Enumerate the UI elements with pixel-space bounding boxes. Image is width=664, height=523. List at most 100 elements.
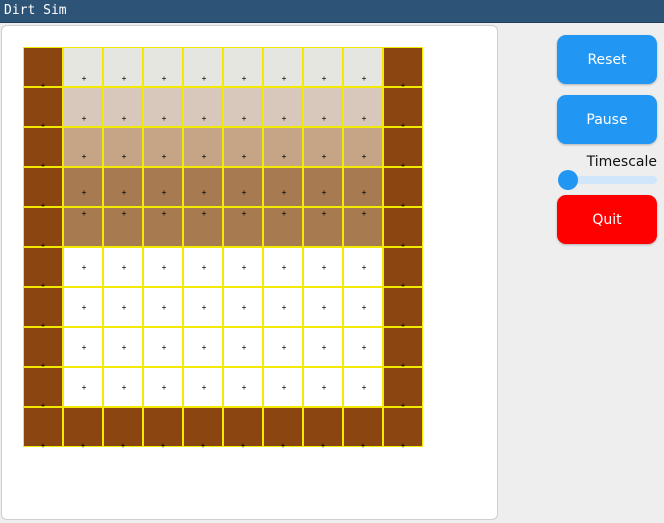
grid-cell[interactable]: + [103,367,143,407]
grid-cell[interactable]: + [303,87,343,127]
grid-cell[interactable]: + [23,407,63,450]
grid-cell[interactable]: + [23,47,63,90]
pause-button[interactable]: Pause [557,95,657,144]
grid-cell[interactable]: + [63,207,103,247]
grid-cell[interactable]: + [63,367,103,407]
grid-cell[interactable]: + [63,47,103,87]
grid-cell[interactable]: + [143,167,183,207]
grid-cell[interactable]: + [183,407,223,450]
grid-cell[interactable]: + [103,87,143,127]
grid-cell[interactable]: + [383,207,423,250]
grid-cell[interactable]: + [303,47,343,87]
grid-cell[interactable]: + [343,47,383,87]
grid-cell[interactable]: + [303,287,343,327]
grid-cell[interactable]: + [63,87,103,127]
grid-cell[interactable]: + [143,287,183,327]
grid-cell[interactable]: + [183,247,223,287]
grid-cell[interactable]: + [223,87,263,127]
grid-cell[interactable]: + [223,287,263,327]
grid-cell[interactable]: + [183,87,223,127]
grid-cell[interactable]: + [263,407,303,450]
grid-cell[interactable]: + [343,407,383,450]
grid-cell[interactable]: + [23,327,63,370]
grid-cell[interactable]: + [303,247,343,287]
grid-cell[interactable]: + [223,407,263,450]
grid-cell[interactable]: + [23,207,63,250]
grid-cell[interactable]: + [263,247,303,287]
grid-cell[interactable]: + [23,167,63,210]
grid-cell[interactable]: + [383,47,423,90]
grid-cell[interactable]: + [23,247,63,290]
grid-cell[interactable]: + [303,367,343,407]
grid-cell[interactable]: + [383,407,423,450]
grid-cell[interactable]: + [103,287,143,327]
grid-cell[interactable]: + [263,207,303,247]
grid-cell[interactable]: + [343,87,383,127]
grid-cell[interactable]: + [23,127,63,170]
grid-cell[interactable]: + [143,47,183,87]
grid-cell[interactable]: + [183,327,223,367]
grid-cell[interactable]: + [343,327,383,367]
grid-cell[interactable]: + [383,167,423,210]
grid-cell[interactable]: + [183,207,223,247]
grid-cell[interactable]: + [303,167,343,207]
grid-cell[interactable]: + [143,407,183,450]
grid-cell[interactable]: + [23,87,63,130]
grid-cell[interactable]: + [183,167,223,207]
grid-cell[interactable]: + [63,407,103,450]
grid-cell[interactable]: + [383,367,423,410]
grid-cell[interactable]: + [143,87,183,127]
dirt-grid[interactable]: + + + + + + + + + + + + + + + + + + + + + + + + + + + + + + + + + + + + + + + +… [23,47,423,450]
timescale-slider-handle[interactable] [558,170,578,190]
grid-cell[interactable]: + [63,247,103,287]
grid-cell[interactable]: + [103,167,143,207]
grid-cell[interactable]: + [223,207,263,247]
grid-cell[interactable]: + [263,367,303,407]
grid-cell[interactable]: + [103,327,143,367]
grid-cell[interactable]: + [343,247,383,287]
grid-cell[interactable]: + [63,327,103,367]
grid-cell[interactable]: + [223,47,263,87]
grid-cell[interactable]: + [383,127,423,170]
grid-cell[interactable]: + [223,167,263,207]
grid-cell[interactable]: + [343,127,383,167]
grid-cell[interactable]: + [303,207,343,247]
grid-cell[interactable]: + [263,127,303,167]
grid-cell[interactable]: + [383,327,423,370]
grid-cell[interactable]: + [223,367,263,407]
grid-cell[interactable]: + [263,87,303,127]
grid-cell[interactable]: + [23,367,63,410]
grid-cell[interactable]: + [63,287,103,327]
grid-cell[interactable]: + [103,47,143,87]
grid-cell[interactable]: + [143,127,183,167]
reset-button[interactable]: Reset [557,35,657,84]
grid-cell[interactable]: + [103,247,143,287]
grid-cell[interactable]: + [103,127,143,167]
grid-cell[interactable]: + [143,247,183,287]
grid-cell[interactable]: + [303,127,343,167]
grid-cell[interactable]: + [383,287,423,330]
grid-cell[interactable]: + [343,167,383,207]
grid-cell[interactable]: + [63,127,103,167]
grid-cell[interactable]: + [143,367,183,407]
grid-cell[interactable]: + [183,367,223,407]
grid-cell[interactable]: + [23,287,63,330]
grid-cell[interactable]: + [143,327,183,367]
quit-button[interactable]: Quit [557,195,657,244]
grid-cell[interactable]: + [383,247,423,290]
grid-cell[interactable]: + [303,407,343,450]
grid-cell[interactable]: + [383,87,423,130]
grid-cell[interactable]: + [343,287,383,327]
grid-cell[interactable]: + [223,127,263,167]
grid-cell[interactable]: + [343,207,383,247]
grid-cell[interactable]: + [103,207,143,247]
grid-cell[interactable]: + [223,247,263,287]
grid-cell[interactable]: + [183,127,223,167]
grid-cell[interactable]: + [343,367,383,407]
grid-cell[interactable]: + [183,47,223,87]
grid-cell[interactable]: + [303,327,343,367]
grid-cell[interactable]: + [263,47,303,87]
grid-cell[interactable]: + [103,407,143,450]
grid-cell[interactable]: + [263,287,303,327]
grid-cell[interactable]: + [63,167,103,207]
